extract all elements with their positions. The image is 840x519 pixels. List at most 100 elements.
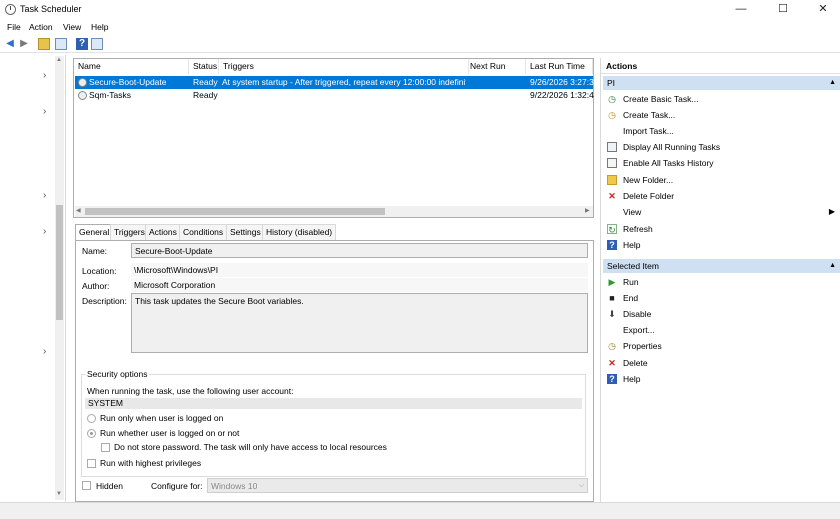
delete-folder-icon: ✕ — [608, 191, 616, 201]
tab-settings[interactable]: Settings — [226, 224, 265, 240]
tab-general[interactable]: General — [75, 224, 114, 241]
tab-conditions[interactable]: Conditions — [179, 224, 228, 240]
column-header-last-run[interactable]: Last Run Time — [526, 59, 593, 74]
up-folder-icon[interactable] — [38, 38, 50, 50]
table-row[interactable]: Sqm-Tasks Ready 9/22/2026 1:32:40 — [75, 89, 594, 102]
action-export[interactable]: Export... — [607, 322, 839, 338]
chevron-right-icon[interactable]: › — [43, 346, 46, 357]
action-end[interactable]: ■ End — [607, 290, 839, 306]
scroll-down-icon[interactable]: ▼ — [56, 491, 62, 497]
back-arrow-icon[interactable]: ◀ — [4, 38, 16, 50]
tab-triggers[interactable]: Triggers — [110, 224, 149, 240]
section-header-selected-item[interactable]: Selected Item ▲ — [603, 259, 840, 273]
location-label: Location: — [82, 266, 117, 276]
action-create-task[interactable]: ◷ Create Task... — [607, 107, 839, 123]
account-prompt: When running the task, use the following… — [87, 386, 294, 396]
tab-history[interactable]: History (disabled) — [262, 224, 337, 240]
action-help[interactable]: ? Help — [607, 237, 839, 253]
tree-scroll-thumb[interactable] — [56, 205, 63, 320]
column-header-next-run[interactable]: Next Run Time — [466, 59, 526, 86]
action-delete[interactable]: ✕ Delete — [607, 355, 839, 371]
configure-for-value: Windows 10 — [211, 481, 258, 491]
action-view[interactable]: View ▶ — [607, 204, 839, 220]
highest-privileges-label: Run with highest privileges — [100, 458, 202, 468]
delete-icon: ✕ — [608, 358, 616, 368]
chevron-right-icon[interactable]: › — [43, 190, 46, 201]
run-logged-on-radio[interactable] — [87, 414, 96, 423]
scroll-left-icon[interactable]: ◀ — [76, 207, 81, 214]
task-clock-icon — [78, 91, 87, 100]
action-delete-folder[interactable]: ✕ Delete Folder — [607, 188, 839, 204]
horizontal-scroll-thumb[interactable] — [85, 208, 385, 215]
help-icon[interactable]: ? — [76, 38, 88, 50]
title-bar: Task Scheduler — ☐ ✕ — [0, 0, 840, 20]
column-header-triggers[interactable]: Triggers — [219, 59, 469, 74]
action-properties[interactable]: ◷ Properties — [607, 338, 839, 354]
run-whether-label: Run whether user is logged on or not — [100, 428, 240, 438]
task-name-field[interactable]: Secure-Boot-Update — [131, 243, 588, 258]
minimize-button[interactable]: — — [718, 0, 764, 20]
close-button[interactable]: ✕ — [800, 0, 840, 20]
task-last-run: 9/26/2026 3:27:31 — [530, 77, 594, 87]
name-label: Name: — [82, 246, 108, 256]
section-header-pi[interactable]: PI ▲ — [603, 76, 840, 90]
task-status: Ready — [193, 90, 218, 100]
tab-actions[interactable]: Actions — [145, 224, 181, 240]
run-whether-radio[interactable] — [87, 429, 96, 438]
actions-pane: Actions PI ▲ ◷ Create Basic Task... ◷ Cr… — [600, 58, 840, 502]
hidden-checkbox[interactable] — [82, 481, 91, 490]
forward-arrow-icon[interactable]: ▶ — [18, 38, 30, 50]
show-hide-action-pane-icon[interactable] — [91, 38, 103, 50]
action-create-basic-task[interactable]: ◷ Create Basic Task... — [607, 91, 839, 107]
general-tab-panel: Name: Secure-Boot-Update Location: \Micr… — [75, 240, 594, 502]
horizontal-scrollbar[interactable]: ◀ ▶ — [75, 206, 593, 217]
menu-view[interactable]: View — [63, 22, 81, 32]
description-field[interactable]: This task updates the Secure Boot variab… — [131, 293, 588, 353]
section-header-label: Selected Item — [607, 261, 659, 271]
menu-action[interactable]: Action — [29, 22, 53, 32]
actions-pane-header: Actions — [601, 58, 840, 74]
no-store-password-checkbox[interactable] — [101, 443, 110, 452]
run-logged-on-label: Run only when user is logged on — [100, 413, 224, 423]
display-running-icon — [607, 142, 617, 152]
author-label: Author: — [82, 281, 110, 291]
scroll-up-icon[interactable]: ▲ — [56, 57, 62, 63]
user-account-field: SYSTEM — [85, 398, 582, 409]
properties-icon: ◷ — [608, 341, 616, 351]
section-header-label: PI — [607, 78, 616, 88]
chevron-right-icon[interactable]: › — [43, 226, 46, 237]
help-icon: ? — [607, 240, 617, 250]
configure-for-label: Configure for: — [151, 481, 203, 491]
highest-privileges-checkbox[interactable] — [87, 459, 96, 468]
chevron-right-icon[interactable]: › — [43, 106, 46, 117]
create-task-icon: ◷ — [608, 110, 616, 120]
show-hide-tree-icon[interactable] — [55, 38, 67, 50]
action-enable-history[interactable]: Enable All Tasks History — [607, 155, 839, 171]
task-triggers: At system startup - After triggered, rep… — [222, 77, 466, 87]
no-store-password-label: Do not store password. The task will onl… — [114, 442, 387, 452]
action-run[interactable]: ▶ Run — [607, 274, 839, 290]
table-row[interactable]: Secure-Boot-Update Ready At system start… — [75, 76, 594, 89]
action-disable[interactable]: ⬇ Disable — [607, 306, 839, 322]
chevron-right-icon[interactable]: › — [43, 70, 46, 81]
column-header-status[interactable]: Status — [189, 59, 219, 74]
action-import-task[interactable]: Import Task... — [607, 123, 839, 139]
action-help-selected[interactable]: ? Help — [607, 371, 839, 387]
collapse-arrow-icon[interactable]: ▲ — [829, 259, 836, 273]
security-options-title: Security options — [85, 369, 150, 379]
status-bar — [0, 502, 840, 519]
chevron-down-icon: ⌵ — [578, 482, 584, 489]
action-new-folder[interactable]: New Folder... — [607, 172, 839, 188]
action-display-running[interactable]: Display All Running Tasks — [607, 139, 839, 155]
author-value: Microsoft Corporation — [131, 278, 588, 292]
collapse-arrow-icon[interactable]: ▲ — [829, 76, 836, 90]
action-refresh[interactable]: ↻ Refresh — [607, 221, 839, 237]
configure-for-select[interactable]: Windows 10 ⌵ — [207, 478, 588, 493]
help-icon: ? — [607, 374, 617, 384]
task-clock-icon — [78, 78, 87, 87]
menu-file[interactable]: File — [7, 22, 21, 32]
column-header-name[interactable]: Name — [74, 59, 189, 74]
description-label: Description: — [82, 296, 127, 306]
scroll-right-icon[interactable]: ▶ — [585, 207, 590, 214]
menu-help[interactable]: Help — [91, 22, 108, 32]
